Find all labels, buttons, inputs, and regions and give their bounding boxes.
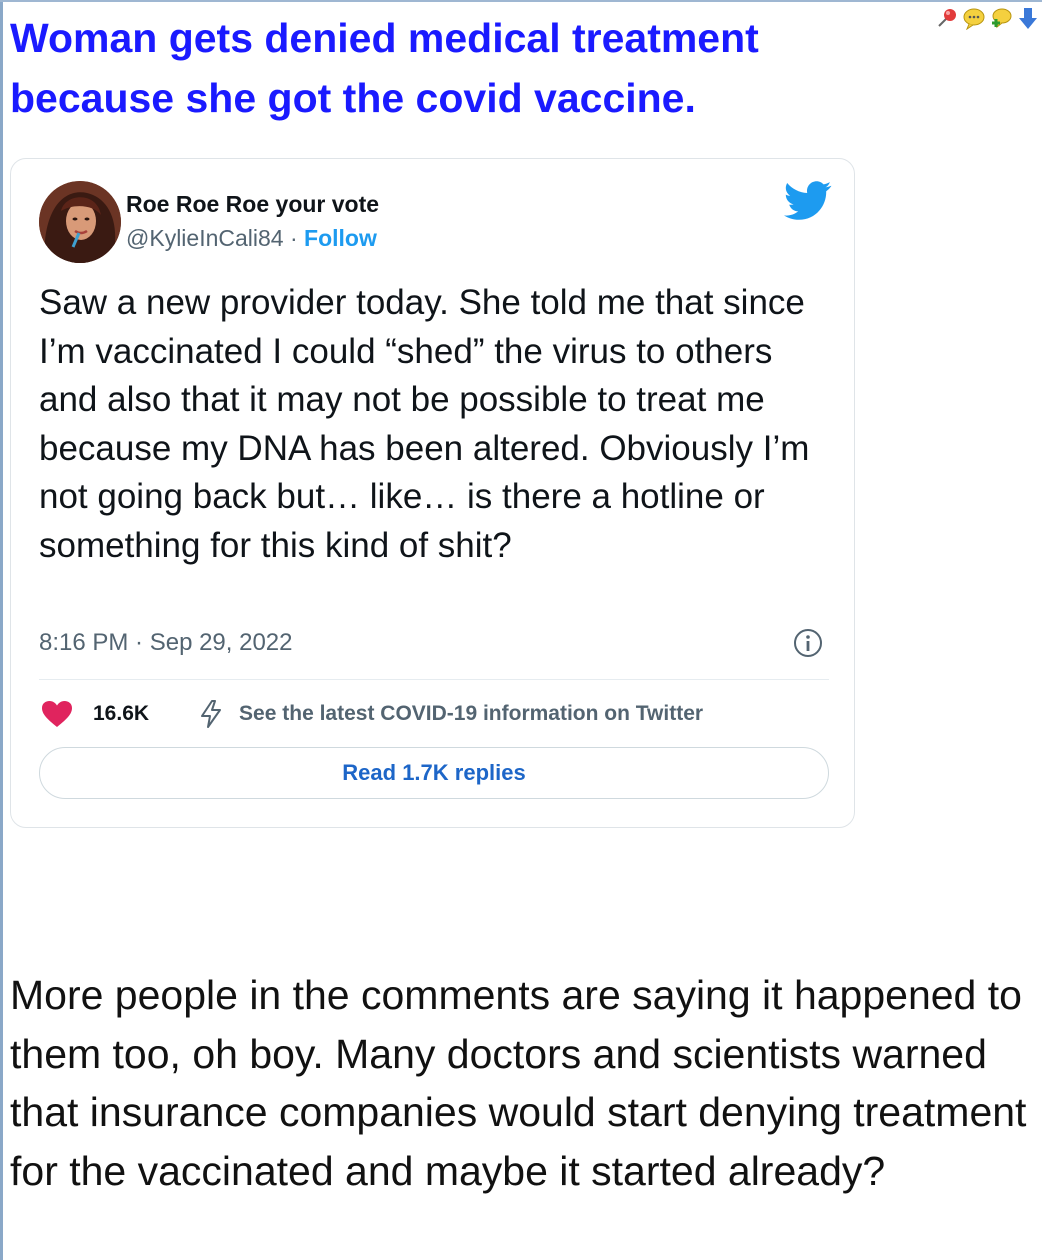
twitter-bird-icon[interactable] — [784, 181, 832, 221]
follow-link[interactable]: Follow — [304, 225, 377, 251]
tweet-text: Saw a new provider today. She told me th… — [39, 283, 810, 565]
post-body-text: More people in the comments are saying i… — [10, 972, 1027, 1194]
embedded-tweet-card[interactable]: Roe Roe Roe your vote @KylieInCali84 · F… — [10, 158, 855, 828]
tweet-handle[interactable]: @KylieInCali84 — [126, 225, 284, 251]
window-top-border — [0, 0, 1042, 2]
heart-icon[interactable] — [41, 700, 73, 728]
reply-icon[interactable] — [989, 6, 1013, 30]
tweet-actions-row: 16.6K See the latest COVID-19 informatio… — [41, 699, 703, 729]
handle-separator: · — [283, 225, 305, 251]
like-count[interactable]: 16.6K — [93, 702, 149, 726]
tweet-divider — [39, 679, 829, 680]
avatar[interactable] — [39, 181, 121, 263]
quote-icon[interactable] — [962, 6, 986, 31]
covid-info-link[interactable]: See the latest COVID-19 information on T… — [239, 702, 703, 726]
post-title: Woman gets denied medical treatment beca… — [10, 15, 759, 121]
window-left-border — [0, 0, 3, 1260]
down-arrow-icon[interactable] — [1016, 6, 1040, 30]
tweet-author-handle-row: @KylieInCali84 · Follow — [126, 225, 377, 252]
tweet-author-name[interactable]: Roe Roe Roe your vote — [126, 191, 379, 218]
tweet-timestamp[interactable]: 8:16 PM · Sep 29, 2022 — [39, 629, 293, 657]
info-icon[interactable] — [792, 627, 824, 659]
pin-icon[interactable] — [935, 6, 959, 30]
bolt-icon — [201, 700, 222, 728]
read-replies-button[interactable]: Read 1.7K replies — [39, 747, 829, 799]
post-toolbar — [935, 6, 1040, 31]
